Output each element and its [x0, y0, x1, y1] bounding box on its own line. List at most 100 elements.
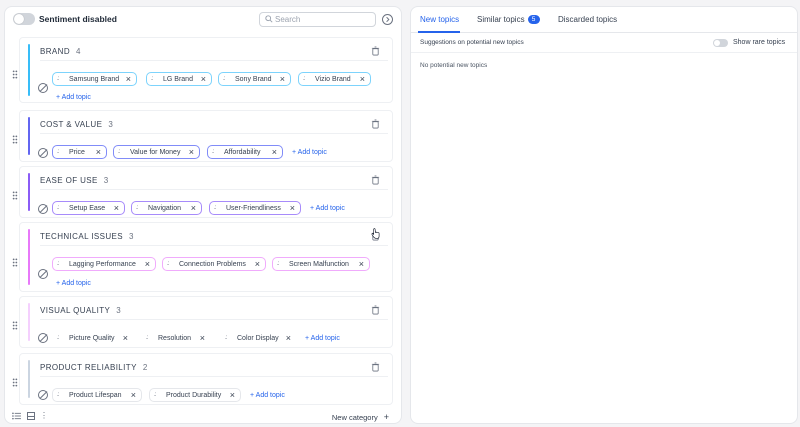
new-category-button[interactable]: New category +: [332, 412, 389, 422]
category-accent-bar: [28, 173, 30, 211]
drag-handle-icon[interactable]: [12, 70, 18, 79]
category-divider: [40, 133, 388, 134]
drag-dots-icon: .:: [136, 205, 138, 211]
tab-new-topics[interactable]: New topics: [420, 15, 459, 24]
category-name: TECHNICAL ISSUES: [40, 232, 124, 241]
topic-chip[interactable]: .: Navigation ×: [131, 201, 202, 215]
category-title: PRODUCT RELIABILITY 2: [40, 363, 148, 372]
close-icon[interactable]: ×: [96, 147, 101, 157]
topic-label: Lagging Performance: [69, 260, 136, 268]
categories-panel: Sentiment disabled BRAND 4 .: Samsung Bran…: [4, 6, 402, 424]
close-icon[interactable]: ×: [286, 333, 291, 343]
search-input[interactable]: [275, 14, 373, 25]
trash-icon[interactable]: [371, 175, 380, 185]
close-icon[interactable]: ×: [126, 74, 131, 84]
topic-label: Screen Malfunction: [289, 260, 349, 268]
sentiment-off-icon[interactable]: [38, 83, 48, 93]
trash-icon[interactable]: [371, 305, 380, 315]
close-icon[interactable]: ×: [123, 333, 128, 343]
close-icon[interactable]: ×: [201, 74, 206, 84]
close-icon[interactable]: ×: [360, 74, 365, 84]
toggle-knob: [714, 40, 720, 46]
topic-label: Product Lifespan: [69, 391, 122, 399]
close-icon[interactable]: ×: [200, 333, 205, 343]
category-accent-bar: [28, 360, 30, 398]
drag-dots-icon: .:: [57, 149, 59, 155]
category-title: TECHNICAL ISSUES 3: [40, 232, 134, 241]
category-divider: [40, 245, 388, 246]
topic-label: Color Display: [237, 334, 279, 342]
close-icon[interactable]: ×: [145, 259, 150, 269]
topic-chip[interactable]: .: User-Friendliness ×: [209, 201, 301, 215]
topic-chip[interactable]: .: Product Durability ×: [149, 388, 241, 402]
close-icon[interactable]: ×: [191, 203, 196, 213]
topic-chip[interactable]: .: Setup Ease ×: [52, 201, 125, 215]
category-accent-bar: [28, 229, 30, 285]
topic-chip[interactable]: .: Lagging Performance ×: [52, 257, 156, 271]
list-view-icon[interactable]: [12, 412, 21, 420]
grid-view-icon[interactable]: [27, 412, 35, 420]
topic-chip[interactable]: .: Affordability ×: [207, 145, 283, 159]
topic-chip[interactable]: .: Connection Problems ×: [162, 257, 266, 271]
sentiment-off-icon[interactable]: [38, 333, 48, 343]
close-icon[interactable]: ×: [189, 147, 194, 157]
drag-handle-icon[interactable]: [12, 378, 18, 387]
topic-chip[interactable]: .: Sony Brand ×: [218, 72, 291, 86]
topic-chip[interactable]: .: Product Lifespan ×: [52, 388, 142, 402]
close-icon[interactable]: ×: [230, 390, 235, 400]
category-visual-quality: VISUAL QUALITY 3 .: Picture Quality × .: Res…: [12, 296, 393, 348]
drag-dots-icon: .:: [57, 261, 59, 267]
trash-icon[interactable]: [371, 46, 380, 56]
search-box[interactable]: [259, 12, 376, 27]
topic-chip[interactable]: .: LG Brand ×: [146, 72, 212, 86]
drag-handle-icon[interactable]: [12, 321, 18, 330]
trash-icon[interactable]: [371, 362, 380, 372]
topic-chip[interactable]: .: Resolution ×: [141, 331, 211, 345]
topic-chip[interactable]: .: Price ×: [52, 145, 107, 159]
sentiment-off-icon[interactable]: [38, 269, 48, 279]
add-topic-link[interactable]: + Add topic: [250, 392, 285, 399]
tab-label: Similar topics: [477, 15, 525, 24]
tab-discarded-topics[interactable]: Discarded topics: [558, 15, 617, 24]
close-icon[interactable]: ×: [114, 203, 119, 213]
drag-handle-icon[interactable]: [12, 135, 18, 144]
category-accent-bar: [28, 44, 30, 96]
topic-chip[interactable]: .: Samsung Brand ×: [52, 72, 137, 86]
category-count: 4: [76, 47, 81, 56]
divider: [411, 52, 797, 53]
add-topic-link[interactable]: + Add topic: [56, 94, 91, 101]
sentiment-off-icon[interactable]: [38, 390, 48, 400]
topic-chip[interactable]: .: Vizio Brand ×: [298, 72, 371, 86]
category-divider: [40, 319, 388, 320]
topic-chip[interactable]: .: Screen Malfunction ×: [272, 257, 370, 271]
show-rare-toggle[interactable]: [713, 39, 728, 47]
add-topic-link[interactable]: + Add topic: [292, 149, 327, 156]
drag-dots-icon: .:: [277, 261, 279, 267]
drag-handle-icon[interactable]: [12, 258, 18, 267]
close-icon[interactable]: ×: [272, 147, 277, 157]
topic-chip[interactable]: .: Value for Money ×: [113, 145, 200, 159]
close-icon[interactable]: ×: [290, 203, 295, 213]
topic-chip[interactable]: .: Color Display ×: [220, 331, 297, 345]
close-icon[interactable]: ×: [359, 259, 364, 269]
more-options-icon[interactable]: ⋮: [40, 412, 48, 420]
drag-dots-icon: .:: [223, 76, 225, 82]
close-icon[interactable]: ×: [280, 74, 285, 84]
drag-dots-icon: .:: [57, 76, 59, 82]
trash-icon[interactable]: [371, 119, 380, 129]
sentiment-off-icon[interactable]: [38, 204, 48, 214]
sentiment-toggle[interactable]: [13, 13, 35, 25]
add-topic-link[interactable]: + Add topic: [56, 280, 91, 287]
topic-chip[interactable]: .: Picture Quality ×: [52, 331, 134, 345]
tab-similar-topics[interactable]: Similar topics 5: [477, 15, 540, 24]
close-icon[interactable]: ×: [255, 259, 260, 269]
sentiment-off-icon[interactable]: [38, 148, 48, 158]
add-topic-link[interactable]: + Add topic: [310, 205, 345, 212]
drag-dots-icon: .:: [225, 335, 227, 341]
close-icon[interactable]: ×: [131, 390, 136, 400]
category-name: COST & VALUE: [40, 120, 103, 129]
search-icon: [265, 15, 273, 23]
add-topic-link[interactable]: + Add topic: [305, 335, 340, 342]
next-circle-icon[interactable]: [382, 14, 393, 25]
drag-handle-icon[interactable]: [12, 191, 18, 200]
